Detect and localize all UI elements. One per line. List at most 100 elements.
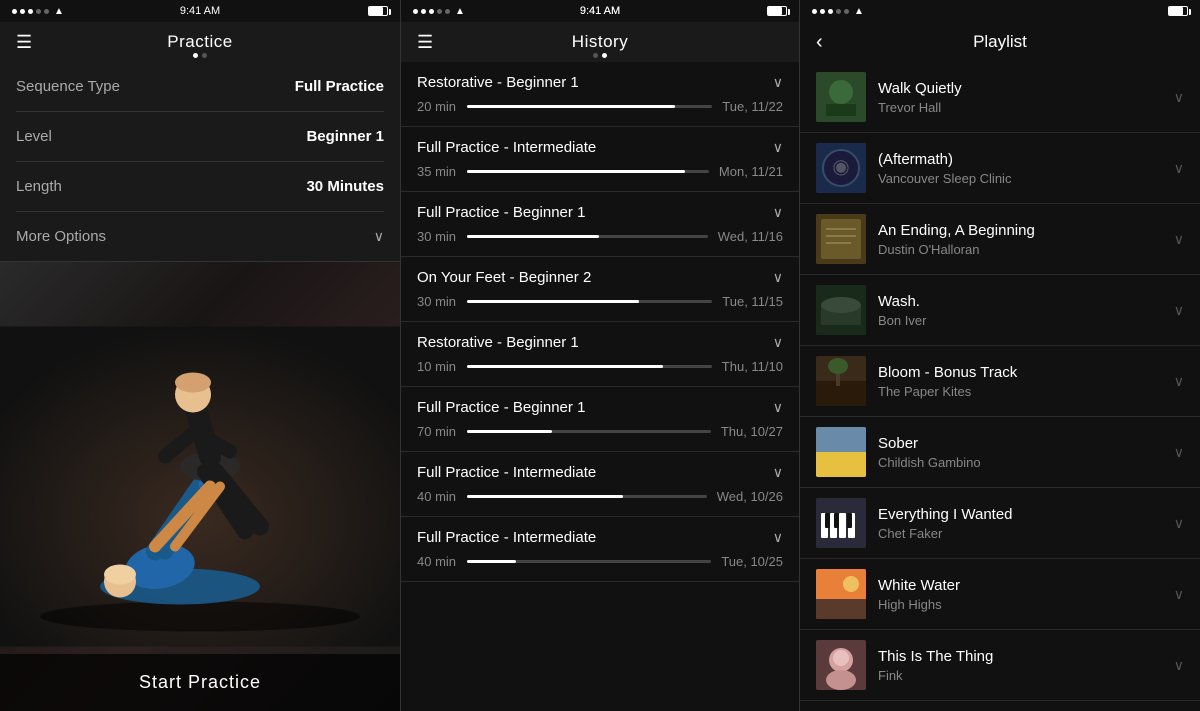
- song-title: Walk Quietly: [878, 80, 1162, 97]
- history-item[interactable]: Restorative - Beginner 1 ∨ 10 min Thu, 1…: [401, 322, 799, 387]
- song-artist: The Paper Kites: [878, 384, 1162, 399]
- history-item-chevron: ∨: [773, 529, 783, 546]
- history-progress-bar: [467, 170, 709, 173]
- history-item-date: Tue, 11/15: [722, 294, 783, 309]
- page-dot-2: [202, 53, 207, 58]
- level-value: Beginner 1: [306, 128, 384, 145]
- length-value: 30 Minutes: [306, 178, 384, 195]
- sequence-type-row[interactable]: Sequence Type Full Practice: [16, 62, 384, 112]
- history-item-date: Mon, 11/21: [719, 164, 783, 179]
- history-item-chevron: ∨: [773, 204, 783, 221]
- history-item-name: Restorative - Beginner 1: [417, 334, 579, 351]
- playlist-info: This Is The Thing Fink: [878, 648, 1162, 683]
- svg-text:◉: ◉: [832, 156, 849, 178]
- history-item-date: Thu, 10/27: [721, 424, 783, 439]
- album-art: [816, 569, 866, 619]
- history-item-footer: 20 min Tue, 11/22: [417, 99, 783, 114]
- back-icon[interactable]: ‹: [816, 31, 823, 54]
- history-item-name: On Your Feet - Beginner 2: [417, 269, 591, 286]
- history-progress-fill: [467, 495, 623, 498]
- history-item[interactable]: On Your Feet - Beginner 2 ∨ 30 min Tue, …: [401, 257, 799, 322]
- practice-nav-bar: ☰ Practice: [0, 22, 400, 62]
- sequence-type-value: Full Practice: [295, 78, 384, 95]
- sequence-type-label: Sequence Type: [16, 78, 120, 95]
- album-art: [816, 427, 866, 477]
- history-wifi-icon: ▲: [455, 6, 465, 17]
- history-item[interactable]: Full Practice - Beginner 1 ∨ 70 min Thu,…: [401, 387, 799, 452]
- playlist-item[interactable]: This Is The Thing Fink ∨: [800, 630, 1200, 701]
- menu-icon[interactable]: ☰: [16, 32, 32, 53]
- more-options-row[interactable]: More Options ∨: [0, 212, 400, 262]
- playlist-list[interactable]: Walk Quietly Trevor Hall ∨ ◉ (Aftermath)…: [800, 62, 1200, 711]
- playlist-status-bar: ▲ 9:41 AM: [800, 0, 1200, 22]
- song-artist: Childish Gambino: [878, 455, 1162, 470]
- playlist-item[interactable]: Walk Quietly Trevor Hall ∨: [800, 62, 1200, 133]
- history-progress-bar: [467, 105, 712, 108]
- playlist-item[interactable]: Sober Childish Gambino ∨: [800, 417, 1200, 488]
- history-battery: [767, 6, 787, 16]
- history-panel: ▲ 9:41 AM ☰ History Restorative - Beginn…: [400, 0, 800, 711]
- song-artist: Chet Faker: [878, 526, 1162, 541]
- history-item-date: Thu, 11/10: [722, 359, 783, 374]
- start-practice-bar[interactable]: Start Practice: [0, 654, 400, 711]
- playlist-item-chevron: ∨: [1174, 515, 1184, 532]
- battery-fill: [369, 7, 383, 15]
- history-progress-fill: [467, 105, 675, 108]
- history-menu-icon[interactable]: ☰: [417, 32, 433, 53]
- history-item-name: Full Practice - Beginner 1: [417, 204, 585, 221]
- history-list[interactable]: Restorative - Beginner 1 ∨ 20 min Tue, 1…: [401, 62, 799, 711]
- page-dots: [193, 53, 207, 58]
- history-progress-fill: [467, 235, 599, 238]
- song-title: Everything I Wanted: [878, 506, 1162, 523]
- history-item[interactable]: Full Practice - Beginner 1 ∨ 30 min Wed,…: [401, 192, 799, 257]
- history-duration: 40 min: [417, 554, 457, 569]
- playlist-item[interactable]: An Ending, A Beginning Dustin O'Halloran…: [800, 204, 1200, 275]
- history-duration: 20 min: [417, 99, 457, 114]
- p-dot-5: [844, 9, 849, 14]
- history-duration: 30 min: [417, 294, 457, 309]
- history-item-footer: 40 min Tue, 10/25: [417, 554, 783, 569]
- history-item-chevron: ∨: [773, 74, 783, 91]
- playlist-panel: ▲ 9:41 AM ‹ Playlist Walk Quietly Trevor…: [800, 0, 1200, 711]
- history-item-header: Full Practice - Beginner 1 ∨: [417, 204, 783, 221]
- playlist-battery: [1168, 6, 1188, 16]
- song-artist: High Highs: [878, 597, 1162, 612]
- history-item[interactable]: Full Practice - Intermediate ∨ 35 min Mo…: [401, 127, 799, 192]
- playlist-item[interactable]: Bloom - Bonus Track The Paper Kites ∨: [800, 346, 1200, 417]
- playlist-item-chevron: ∨: [1174, 657, 1184, 674]
- history-item-name: Full Practice - Intermediate: [417, 464, 596, 481]
- playlist-item[interactable]: Everything I Wanted Chet Faker ∨: [800, 488, 1200, 559]
- h-dot-pg1: [593, 53, 598, 58]
- h-dot-5: [445, 9, 450, 14]
- playlist-item[interactable]: White Water High Highs ∨: [800, 559, 1200, 630]
- album-art: [816, 285, 866, 335]
- song-artist: Bon Iver: [878, 313, 1162, 328]
- page-dot-1: [193, 53, 198, 58]
- history-item[interactable]: Full Practice - Intermediate ∨ 40 min Tu…: [401, 517, 799, 582]
- history-item-name: Full Practice - Intermediate: [417, 139, 596, 156]
- song-title: Wash.: [878, 293, 1162, 310]
- history-progress-fill: [467, 300, 639, 303]
- history-progress-bar: [467, 495, 707, 498]
- history-item[interactable]: Restorative - Beginner 1 ∨ 20 min Tue, 1…: [401, 62, 799, 127]
- p-battery: [1168, 6, 1188, 16]
- history-item-chevron: ∨: [773, 139, 783, 156]
- playlist-info: (Aftermath) Vancouver Sleep Clinic: [878, 151, 1162, 186]
- playlist-info: Bloom - Bonus Track The Paper Kites: [878, 364, 1162, 399]
- playlist-item-chevron: ∨: [1174, 160, 1184, 177]
- album-art: [816, 640, 866, 690]
- history-item[interactable]: Full Practice - Intermediate ∨ 40 min We…: [401, 452, 799, 517]
- level-row[interactable]: Level Beginner 1: [16, 112, 384, 162]
- history-item-date: Wed, 10/26: [717, 489, 783, 504]
- history-progress-fill: [467, 365, 663, 368]
- history-duration: 40 min: [417, 489, 457, 504]
- battery-area: [368, 6, 388, 16]
- length-row[interactable]: Length 30 Minutes: [16, 162, 384, 212]
- playlist-item[interactable]: Wash. Bon Iver ∨: [800, 275, 1200, 346]
- practice-image: Start Practice: [0, 262, 400, 711]
- playlist-info: An Ending, A Beginning Dustin O'Halloran: [878, 222, 1162, 257]
- playlist-item[interactable]: ◉ (Aftermath) Vancouver Sleep Clinic ∨: [800, 133, 1200, 204]
- song-artist: Vancouver Sleep Clinic: [878, 171, 1162, 186]
- history-item-header: Restorative - Beginner 1 ∨: [417, 74, 783, 91]
- history-title: History: [572, 32, 628, 52]
